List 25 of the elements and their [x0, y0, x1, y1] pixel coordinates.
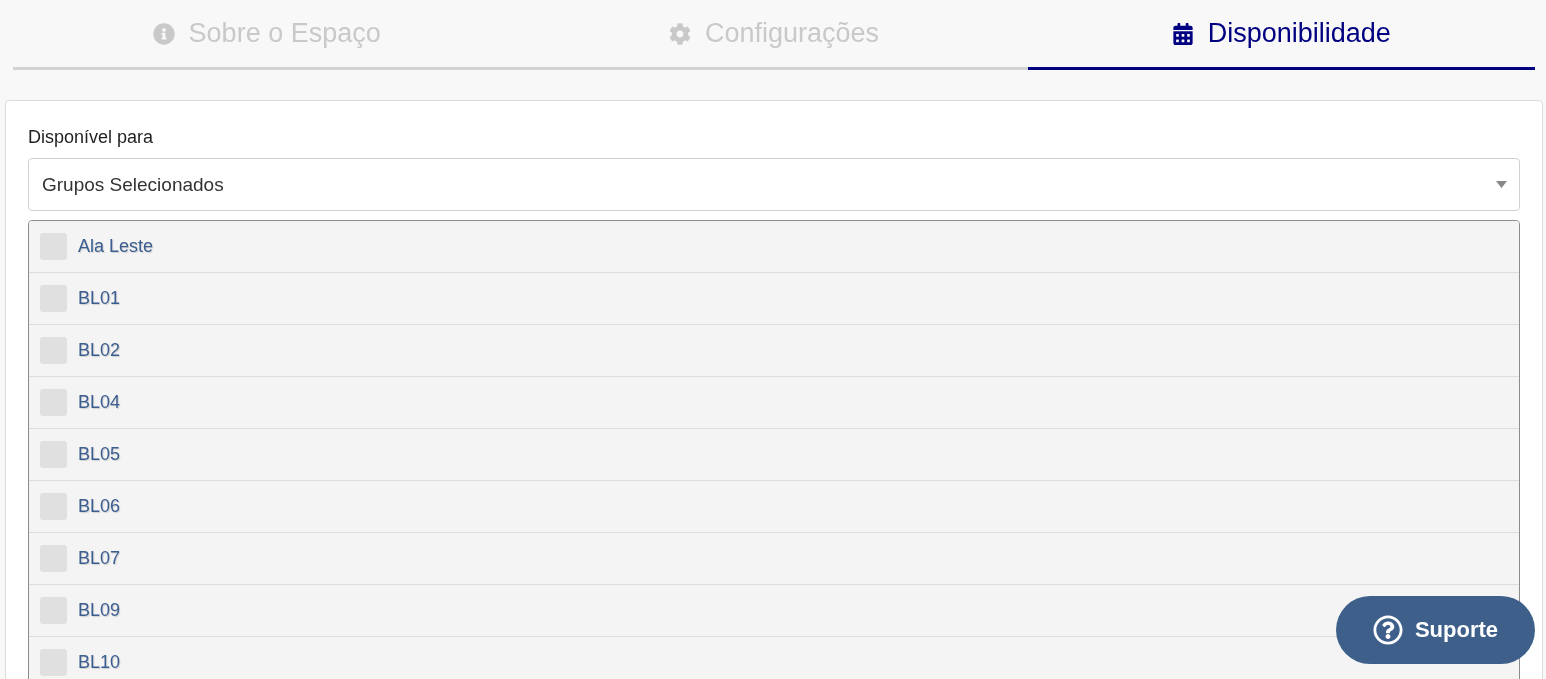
group-label: BL01: [78, 288, 121, 309]
caret-icon: [1496, 181, 1507, 188]
info-icon: [152, 22, 175, 45]
field-label: Disponível para: [28, 126, 155, 149]
group-item[interactable]: BL07: [29, 533, 1519, 585]
group-label: BL09: [78, 600, 121, 621]
help-icon: [1372, 615, 1403, 645]
group-label: Ala Leste: [78, 236, 154, 257]
group-label: BL07: [78, 548, 121, 569]
group-item[interactable]: BL05: [29, 429, 1519, 481]
group-item[interactable]: BL02: [29, 325, 1519, 377]
group-label: BL04: [78, 392, 121, 413]
group-label: BL10: [78, 652, 121, 673]
group-item[interactable]: BL04: [29, 377, 1519, 429]
tab[interactable]: Disponibilidade: [1027, 0, 1535, 70]
select-field[interactable]: Grupos Selecionados: [28, 158, 1520, 211]
group-label: BL02: [78, 340, 121, 361]
calendar-icon: [1171, 22, 1194, 45]
gear-icon: [668, 22, 691, 45]
group-label: BL06: [78, 496, 121, 517]
group-item[interactable]: Ala Leste: [29, 221, 1519, 273]
support-button[interactable]: Suporte: [1336, 596, 1535, 664]
group-item[interactable]: BL06: [29, 481, 1519, 533]
group-item[interactable]: BL01: [29, 273, 1519, 325]
group-label: BL05: [78, 444, 121, 465]
